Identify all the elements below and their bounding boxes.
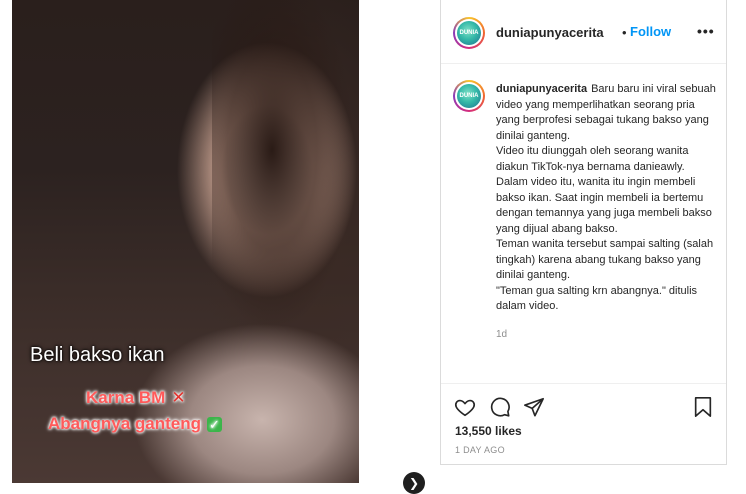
caption-timestamp: 1d (496, 328, 508, 340)
video-sticker-abangnya-ganteng: Abangnya ganteng ✓ (48, 414, 222, 434)
more-options-icon[interactable]: ••• (697, 23, 715, 39)
video-overlay-caption: Beli bakso ikan (30, 344, 165, 366)
video-frame-shadow (212, 0, 359, 330)
check-mark-icon: ✓ (207, 417, 222, 432)
caption-line: "Teman gua salting krn abangnya." dituli… (496, 284, 698, 313)
sticker-text: Karna BM (86, 388, 166, 407)
comment-icon[interactable] (489, 396, 511, 423)
share-icon[interactable] (523, 396, 545, 423)
follow-button[interactable]: Follow (630, 24, 671, 39)
post-age: 1 DAY AGO (455, 445, 505, 455)
save-icon[interactable] (693, 396, 713, 423)
video-sticker-karna-bm: Karna BM ✕ (86, 388, 186, 408)
caption-username[interactable]: duniapunyacerita (496, 83, 587, 95)
avatar-image: DUNIA (457, 84, 481, 108)
next-arrow-icon[interactable]: ❯ (403, 472, 425, 494)
avatar-image: DUNIA (457, 21, 481, 45)
caption-line: Dalam video itu, wanita itu ingin membel… (496, 176, 712, 235)
post-media-area: Beli bakso ikan Karna BM ✕ Abangnya gante… (0, 0, 440, 494)
like-count[interactable]: 13,550 likes (455, 424, 522, 438)
post-actions: 13,550 likes 1 DAY AGO (441, 383, 726, 465)
separator-dot: • (622, 25, 627, 40)
avatar[interactable]: DUNIA (453, 80, 485, 112)
post-header: DUNIA duniapunyacerita • Follow ••• (441, 0, 726, 64)
caption-line: Video itu diunggah oleh seorang wanita d… (496, 145, 689, 173)
cross-mark-icon: ✕ (171, 388, 186, 407)
avatar[interactable]: DUNIA (453, 17, 485, 49)
heart-icon[interactable] (454, 396, 476, 423)
post-username[interactable]: duniapunyacerita (496, 25, 604, 40)
caption-line: Teman wanita tersebut sampai salting (sa… (496, 238, 714, 281)
post-caption: duniapunyacerita Baru baru ini viral sebu… (496, 82, 716, 342)
caption-section: DUNIA duniapunyacerita Baru baru ini vira… (441, 64, 726, 384)
sticker-text: Abangnya ganteng (48, 414, 202, 433)
post-video[interactable]: Beli bakso ikan Karna BM ✕ Abangnya gante… (12, 0, 359, 483)
post-side-panel: DUNIA duniapunyacerita • Follow ••• DUNI… (440, 0, 727, 465)
